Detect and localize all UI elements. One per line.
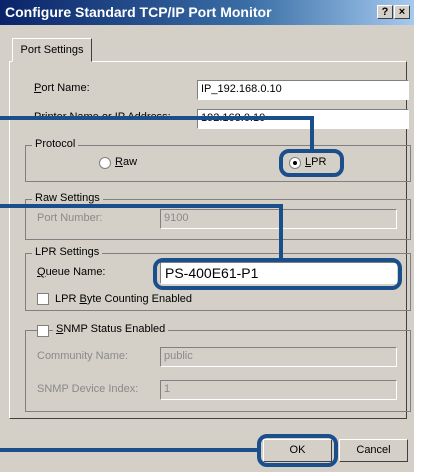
port-name-label: Port Name: — [34, 82, 90, 94]
raw-radio-label: Raw — [115, 156, 138, 168]
queue-name-highlight — [153, 258, 402, 290]
snmp-device-index-label: SNMP Device Index: — [37, 383, 139, 395]
snmp-device-index-input[interactable]: 1 — [160, 380, 397, 400]
ok-callout-line — [0, 448, 259, 452]
raw-radio[interactable] — [99, 157, 111, 169]
help-button[interactable]: ? — [377, 5, 393, 19]
queue-name-label: Queue Name: — [37, 266, 106, 278]
snmp-status-label: SNMP Status Enabled — [53, 323, 169, 335]
dialog-window: Configure Standard TCP/IP Port Monitor ?… — [0, 0, 414, 472]
community-name-input[interactable]: public — [160, 347, 397, 367]
lpr-highlight — [279, 149, 344, 177]
cancel-button[interactable]: Cancel — [339, 439, 408, 462]
port-name-input[interactable]: IP_192.168.0.10 — [197, 80, 409, 100]
close-button[interactable]: × — [394, 5, 410, 19]
raw-settings-group-label: Raw Settings — [32, 192, 103, 204]
protocol-group-label: Protocol — [32, 138, 79, 150]
queue-callout-line-vertical — [279, 204, 283, 260]
ok-highlight — [257, 434, 338, 467]
lpr-settings-group-label: LPR Settings — [32, 246, 103, 258]
window-title: Configure Standard TCP/IP Port Monitor — [5, 4, 272, 20]
title-bar[interactable]: Configure Standard TCP/IP Port Monitor ?… — [0, 0, 414, 25]
community-name-label: Community Name: — [37, 350, 129, 362]
byte-counting-checkbox[interactable] — [37, 293, 49, 305]
lpr-callout-line-vertical — [310, 116, 314, 151]
tab-port-settings[interactable]: Port Settings — [12, 38, 92, 62]
lpr-callout-line — [0, 116, 313, 120]
snmp-status-checkbox[interactable] — [37, 325, 49, 337]
queue-callout-line — [0, 204, 282, 208]
byte-counting-label: LPR Byte Counting Enabled — [55, 293, 192, 305]
protocol-group: Protocol — [25, 138, 411, 182]
port-number-label: Port Number: — [37, 212, 103, 224]
